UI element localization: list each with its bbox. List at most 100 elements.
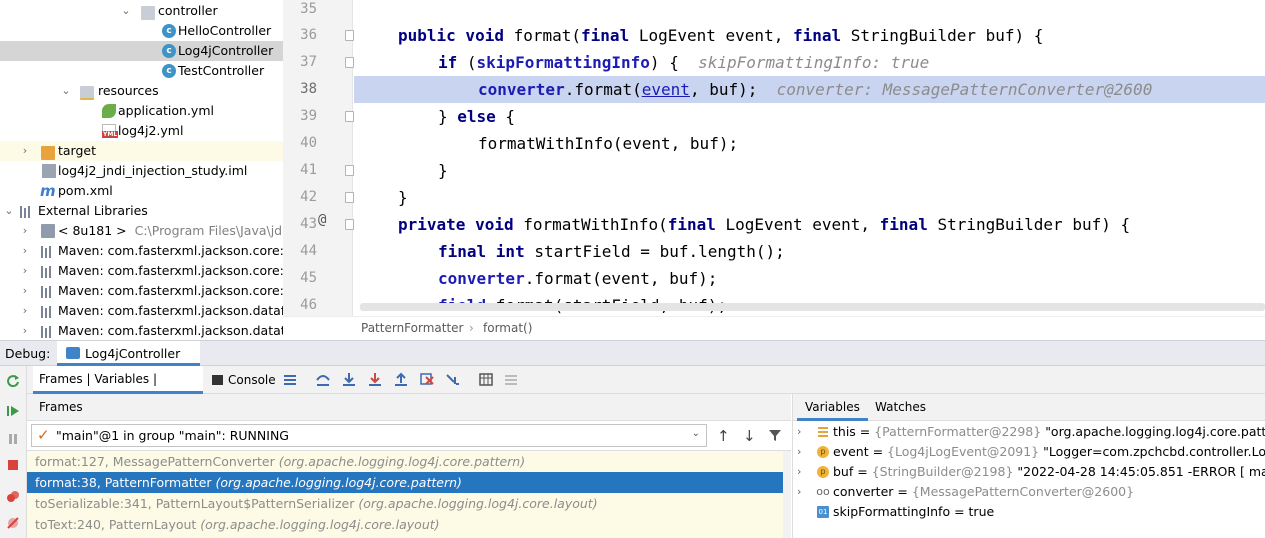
debug-toolbar: Frames | Variables | Watches Console (27, 366, 1265, 413)
resume-icon[interactable] (6, 404, 20, 418)
fold-marker-icon[interactable] (345, 165, 354, 176)
tree-item-pom[interactable]: m pom.xml (0, 181, 283, 201)
fold-marker-icon[interactable] (345, 57, 354, 68)
chevron-right-icon[interactable]: › (19, 221, 31, 241)
trace-stream-icon[interactable] (504, 372, 518, 387)
force-step-into-icon[interactable] (368, 372, 382, 387)
chevron-right-icon[interactable]: › (19, 301, 31, 321)
stop-icon[interactable] (6, 458, 20, 472)
line-number: 37 (300, 54, 317, 70)
variable-row-skip-formatting-info[interactable]: 01 skipFormattingInfo = true (793, 502, 1265, 522)
tree-item-maven-lib[interactable]: › Maven: com.fasterxml.jackson.core:jack (0, 281, 283, 301)
tree-item-test-controller[interactable]: c TestController (0, 61, 283, 81)
debug-session-tab[interactable]: Log4jController (57, 341, 200, 366)
console-icon (212, 375, 223, 385)
line-number: 36 (300, 27, 317, 43)
variable-row-converter[interactable]: › oo converter = {MessagePatternConverte… (793, 482, 1265, 502)
thread-select[interactable]: ✓ "main"@1 in group "main": RUNNING ⌄ (31, 424, 707, 447)
chevron-right-icon[interactable]: › (19, 141, 31, 161)
frame-item-selected[interactable]: format:38, PatternFormatter (org.apache.… (27, 472, 783, 493)
chevron-down-icon[interactable]: ⌄ (120, 1, 132, 21)
tree-item-label: controller (158, 3, 218, 18)
chevron-down-icon[interactable]: ⌄ (3, 201, 15, 221)
mute-breakpoints-icon[interactable] (6, 516, 20, 530)
chevron-right-icon[interactable]: › (797, 442, 801, 462)
tree-item-maven-lib[interactable]: › Maven: com.fasterxml.jackson.dataforr (0, 301, 283, 321)
chevron-right-icon[interactable]: › (797, 482, 801, 502)
run-to-cursor-icon[interactable] (446, 372, 460, 387)
jdk-icon (41, 224, 55, 238)
breadcrumb-separator: › (469, 321, 474, 335)
tab-watches[interactable]: Watches (875, 394, 926, 421)
chevron-right-icon[interactable]: › (19, 241, 31, 261)
chevron-right-icon[interactable]: › (19, 321, 31, 340)
rerun-icon[interactable] (6, 374, 20, 388)
variable-row-buf[interactable]: › p buf = {StringBuilder@2198} "2022-04-… (793, 462, 1265, 482)
filter-icon[interactable] (768, 428, 782, 442)
tree-item-application-yml[interactable]: application.yml (0, 101, 283, 121)
arrow-up-icon[interactable]: ↑ (717, 427, 730, 445)
frame-item[interactable]: format:127, MessagePatternConverter (org… (27, 451, 783, 472)
arrow-down-icon[interactable]: ↓ (743, 427, 756, 445)
frames-list: format:127, MessagePatternConverter (org… (27, 451, 783, 538)
line-number: 40 (300, 135, 317, 151)
tree-item-log4j2-yml[interactable]: YML log4j2.yml (0, 121, 283, 141)
tree-item-target[interactable]: › target (0, 141, 283, 161)
view-breakpoints-icon[interactable] (6, 490, 20, 504)
tree-item-resources[interactable]: ⌄ resources (0, 81, 283, 101)
drop-frame-icon[interactable] (420, 372, 434, 387)
fold-marker-icon[interactable] (345, 219, 354, 230)
chevron-right-icon[interactable]: › (19, 261, 31, 281)
chevron-down-icon[interactable]: ⌄ (692, 428, 700, 439)
module-file-icon (42, 164, 56, 178)
editor-gutter[interactable]: 35 36 37 38 39 40 41 42 43 44 45 46 (283, 0, 354, 316)
tree-item-label: log4j2.yml (118, 123, 184, 138)
menu-icon[interactable] (283, 372, 297, 387)
chevron-down-icon[interactable]: ⌄ (60, 81, 72, 101)
editor-horizontal-scrollbar[interactable] (360, 303, 1265, 311)
tree-item-external-libraries[interactable]: ⌄ External Libraries (0, 201, 283, 221)
inline-debug-value: skipFormattingInfo: true (698, 53, 930, 72)
tree-item-log4j-controller[interactable]: c Log4jController (0, 41, 283, 61)
code-editor[interactable]: public void format(final LogEvent event,… (354, 0, 1265, 316)
fold-marker-icon[interactable] (345, 192, 354, 203)
thread-selector-row: ✓ "main"@1 in group "main": RUNNING ⌄ ↑ … (27, 421, 791, 451)
tab-frames-variables-watches[interactable]: Frames | Variables | Watches (33, 366, 203, 413)
tree-item-label: Maven: com.fasterxml.jackson.dataforr (58, 303, 283, 318)
evaluate-expression-icon[interactable] (479, 372, 493, 387)
frame-item[interactable]: toText:240, PatternLayout (org.apache.lo… (27, 514, 783, 535)
tree-item-controller[interactable]: ⌄ controller (0, 1, 283, 21)
fold-marker-icon[interactable] (345, 30, 354, 41)
breadcrumb-class[interactable]: PatternFormatter (361, 317, 463, 339)
step-out-icon[interactable] (394, 372, 408, 387)
frame-item[interactable]: toSerializable:341, PatternLayout$Patter… (27, 493, 783, 514)
project-tree: ⌄ controller c HelloController c Log4jCo… (0, 0, 283, 340)
override-annotation-icon[interactable]: @ (318, 212, 326, 228)
code-line: private void formatWithInfo(final LogEve… (398, 215, 1131, 234)
fold-marker-icon[interactable] (345, 111, 354, 122)
chevron-right-icon[interactable]: › (797, 462, 801, 482)
tree-item-label: application.yml (118, 103, 214, 118)
step-into-icon[interactable] (342, 372, 356, 387)
chevron-right-icon[interactable]: › (19, 281, 31, 301)
tree-item-maven-lib[interactable]: › Maven: com.fasterxml.jackson.core:jack (0, 241, 283, 261)
variable-row-event[interactable]: › p event = {Log4jLogEvent@2091} "Logger… (793, 442, 1265, 462)
line-number: 41 (300, 162, 317, 178)
breadcrumb-method[interactable]: format() (483, 317, 532, 339)
variable-row-this[interactable]: › this = {PatternFormatter@2298} "org.ap… (793, 422, 1265, 442)
step-over-icon[interactable] (316, 372, 330, 387)
pause-icon[interactable] (6, 432, 20, 446)
tree-item-maven-lib[interactable]: › Maven: com.fasterxml.jackson.datatype (0, 321, 283, 340)
tree-item-maven-lib[interactable]: › Maven: com.fasterxml.jackson.core:jack (0, 261, 283, 281)
tab-variables[interactable]: Variables (797, 394, 868, 421)
chevron-right-icon[interactable]: › (797, 422, 801, 442)
line-number: 46 (300, 297, 317, 313)
tree-item-hello-controller[interactable]: c HelloController (0, 21, 283, 41)
tree-item-iml[interactable]: log4j2_jndi_injection_study.iml (0, 161, 283, 181)
event-reference[interactable]: event (642, 80, 690, 99)
frames-scrollbar[interactable] (783, 451, 791, 538)
code-line: converter.format(event, buf); (438, 269, 718, 288)
tab-console[interactable]: Console (228, 373, 276, 387)
tree-item-jdk[interactable]: › < 8u181 > C:\Program Files\Java\jdk1. (0, 221, 283, 241)
parameter-icon: p (817, 446, 829, 458)
